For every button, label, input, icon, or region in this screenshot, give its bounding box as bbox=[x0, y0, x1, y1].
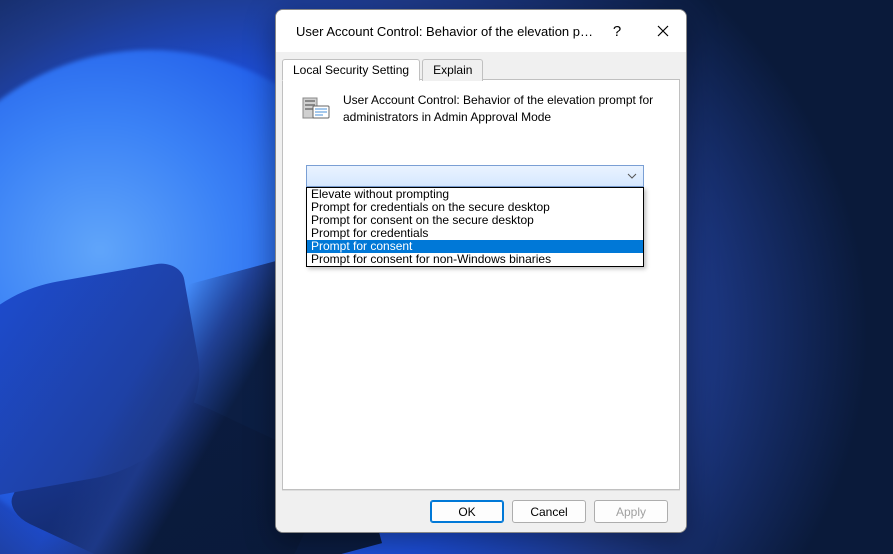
help-button[interactable]: ? bbox=[594, 10, 640, 52]
tab-explain[interactable]: Explain bbox=[422, 59, 483, 81]
cancel-button[interactable]: Cancel bbox=[512, 500, 586, 523]
tab-local-security-setting[interactable]: Local Security Setting bbox=[282, 59, 420, 81]
policy-icon bbox=[299, 92, 331, 124]
dialog-footer: OK Cancel Apply bbox=[282, 490, 680, 532]
policy-description: User Account Control: Behavior of the el… bbox=[343, 92, 663, 126]
titlebar: User Account Control: Behavior of the el… bbox=[276, 10, 686, 52]
ok-button[interactable]: OK bbox=[430, 500, 504, 523]
apply-button[interactable]: Apply bbox=[594, 500, 668, 523]
help-icon: ? bbox=[613, 23, 621, 40]
policy-header: User Account Control: Behavior of the el… bbox=[299, 92, 663, 126]
setting-combo-wrap: Elevate without prompting Prompt for cre… bbox=[306, 165, 644, 187]
properties-dialog: User Account Control: Behavior of the el… bbox=[275, 9, 687, 533]
chevron-down-icon bbox=[627, 173, 637, 179]
wallpaper-shape bbox=[0, 260, 215, 500]
setting-combobox[interactable] bbox=[306, 165, 644, 187]
window-title: User Account Control: Behavior of the el… bbox=[296, 24, 594, 39]
close-icon bbox=[657, 25, 669, 37]
tab-strip: Local Security Setting Explain bbox=[282, 58, 680, 80]
setting-dropdown-list: Elevate without prompting Prompt for cre… bbox=[306, 187, 644, 267]
dialog-body: Local Security Setting Explain User Acco… bbox=[276, 52, 686, 532]
tab-panel: User Account Control: Behavior of the el… bbox=[282, 79, 680, 490]
close-button[interactable] bbox=[640, 10, 686, 52]
dropdown-option[interactable]: Prompt for consent for non-Windows binar… bbox=[307, 253, 643, 266]
